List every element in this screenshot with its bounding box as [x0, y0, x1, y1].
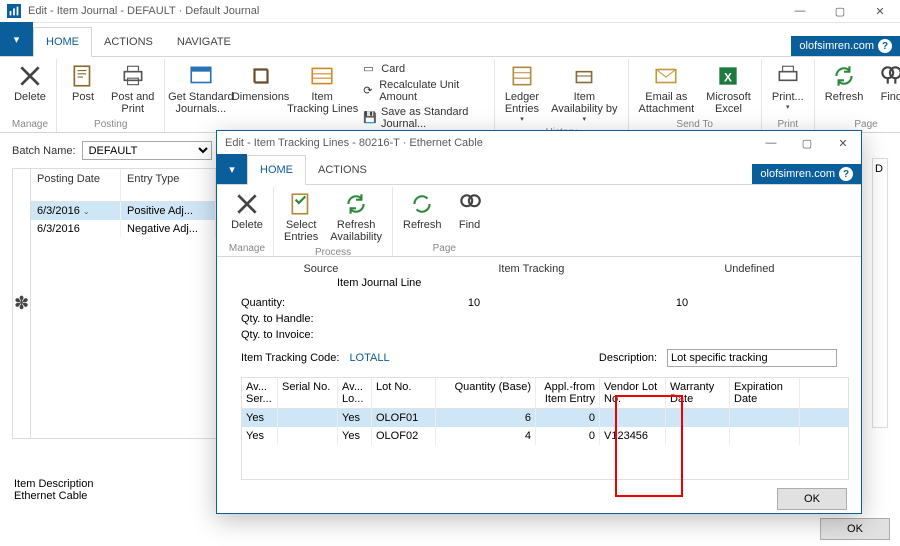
excel-icon: X [713, 61, 743, 91]
maximize-button[interactable]: ▢ [820, 0, 860, 23]
child-delete-button[interactable]: Delete [227, 187, 267, 241]
help-icon[interactable]: ? [878, 39, 892, 53]
dimensions-button[interactable]: Dimensions [234, 59, 287, 133]
tab-navigate[interactable]: NAVIGATE [165, 28, 243, 56]
recalc-button[interactable]: ⟳Recalculate Unit Amount [361, 78, 484, 104]
delete-icon [15, 61, 45, 91]
dropdown-chevron-icon[interactable]: ⌄ [83, 207, 90, 216]
child-app-menu[interactable]: ▾ [217, 154, 247, 184]
print-icon [773, 61, 803, 91]
child-ok-button[interactable]: OK [777, 488, 847, 510]
save-std-button[interactable]: 💾Save as Standard Journal... [361, 105, 484, 131]
email-icon [651, 61, 681, 91]
availability-icon [569, 61, 599, 91]
window-title: Edit - Item Journal - DEFAULT · Default … [28, 5, 259, 17]
email-attachment-button[interactable]: Email as Attachment [635, 59, 699, 117]
refresh-availability-button[interactable]: Refresh Availability [326, 187, 386, 245]
save-icon: 💾 [363, 111, 377, 125]
print-button[interactable]: Print...▾ [768, 59, 808, 117]
select-entries-button[interactable]: Select Entries [280, 187, 322, 245]
help-icon[interactable]: ? [839, 167, 853, 181]
col-posting-date[interactable]: Posting Date [31, 169, 121, 201]
item-description-label: Item Description [14, 478, 93, 490]
description-input[interactable] [667, 349, 837, 367]
card-icon: ▭ [363, 62, 377, 76]
child-close-button[interactable]: ✕ [825, 131, 861, 155]
select-entries-icon [286, 189, 316, 219]
section-tracking: Item Tracking [498, 263, 564, 275]
post-icon [68, 61, 98, 91]
main-titlebar: Edit - Item Journal - DEFAULT · Default … [0, 0, 900, 23]
grid-status-rail: ✽ [12, 168, 30, 439]
child-maximize-button[interactable]: ▢ [789, 131, 825, 155]
find-button[interactable]: Find [871, 59, 900, 117]
post-button[interactable]: Post [63, 59, 103, 117]
delete-button[interactable]: Delete [10, 59, 50, 117]
tab-actions[interactable]: ACTIONS [92, 28, 165, 56]
refresh-icon [407, 189, 437, 219]
refresh-button[interactable]: Refresh [821, 59, 868, 117]
child-find-button[interactable]: Find [450, 187, 490, 241]
main-tabs: ▾ HOME ACTIONS NAVIGATE olofsimren.com ? [0, 23, 900, 57]
journal-icon [186, 61, 216, 91]
item-description-value: Ethernet Cable [14, 490, 93, 502]
tracking-icon [307, 61, 337, 91]
ledger-entries-button[interactable]: Ledger Entries▾ [501, 59, 543, 125]
child-tab-actions[interactable]: ACTIONS [306, 156, 379, 184]
excel-button[interactable]: X Microsoft Excel [702, 59, 755, 117]
delete-icon [232, 189, 262, 219]
col-entry-type[interactable]: Entry Type [121, 169, 216, 201]
child-grid-row[interactable]: Yes Yes OLOF02 4 0 V123456 [242, 427, 848, 445]
tracking-code-link[interactable]: LOTALL [349, 352, 389, 364]
tracking-code-label: Item Tracking Code: [241, 352, 339, 364]
batch-name-label: Batch Name: [12, 145, 76, 157]
recalc-icon: ⟳ [363, 84, 375, 98]
dimensions-icon [246, 61, 276, 91]
item-availability-button[interactable]: Item Availability by▾ [547, 59, 621, 125]
description-label: Description: [599, 352, 657, 364]
child-window: Edit - Item Tracking Lines - 80216-T · E… [216, 130, 862, 514]
ribbon-app-menu[interactable]: ▾ [0, 22, 33, 56]
right-fragment-header: D [875, 163, 885, 175]
child-tab-home[interactable]: HOME [247, 155, 306, 185]
ok-button[interactable]: OK [820, 518, 890, 540]
item-tracking-lines-button[interactable]: Item Tracking Lines [291, 59, 353, 133]
batch-name-select[interactable]: DEFAULT [82, 141, 212, 160]
main-ribbon: Delete Manage Post Post and Print Postin… [0, 57, 900, 133]
tab-home[interactable]: HOME [33, 27, 92, 57]
section-undef: Undefined [724, 263, 774, 275]
child-grid-row[interactable]: Yes Yes OLOF01 6 0 [242, 409, 848, 427]
find-icon [876, 61, 900, 91]
postprint-icon [118, 61, 148, 91]
find-icon [455, 189, 485, 219]
child-refresh-button[interactable]: Refresh [399, 187, 446, 241]
child-user-badge[interactable]: olofsimren.com ? [752, 164, 861, 184]
user-name: olofsimren.com [799, 40, 874, 52]
close-button[interactable]: ✕ [860, 0, 900, 23]
ledger-icon [507, 61, 537, 91]
section-source: Source [303, 263, 338, 275]
child-grid[interactable]: Av... Ser... Serial No. Av... Lo... Lot … [241, 377, 849, 480]
child-minimize-button[interactable]: — [753, 131, 789, 155]
minimize-button[interactable]: — [780, 0, 820, 23]
card-button[interactable]: ▭Card [361, 61, 484, 77]
get-std-journals-button[interactable]: Get Standard Journals... [171, 59, 230, 133]
app-icon [6, 3, 22, 19]
user-badge[interactable]: olofsimren.com ? [791, 36, 900, 56]
section-ijl: Item Journal Line [217, 277, 861, 295]
post-print-button[interactable]: Post and Print [107, 59, 158, 117]
child-title: Edit - Item Tracking Lines - 80216-T · E… [217, 137, 483, 149]
refresh-icon [829, 61, 859, 91]
refresh-avail-icon [341, 189, 371, 219]
svg-text:X: X [725, 70, 733, 84]
